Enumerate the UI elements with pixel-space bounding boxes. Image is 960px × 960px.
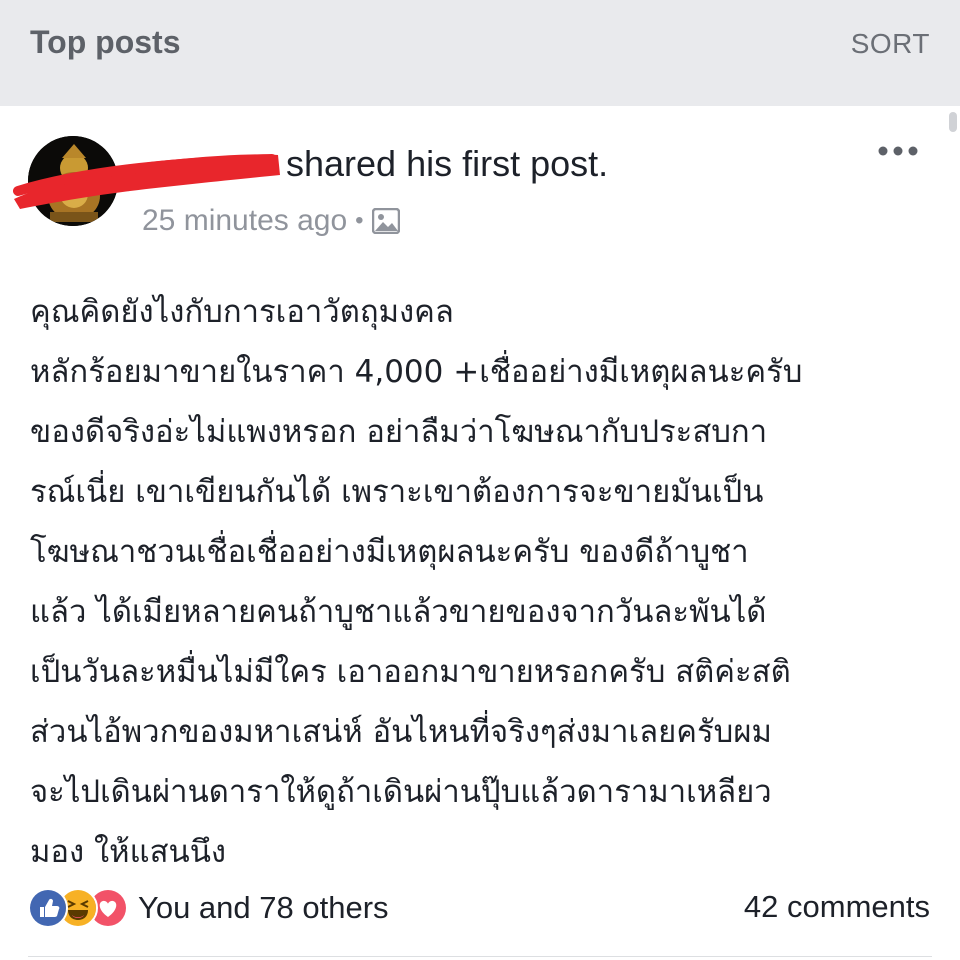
post-text-line: รณ์เนี่ย เขาเขียนกันได้ เพราะเขาต้องการจ… — [30, 474, 764, 510]
post-timestamp[interactable]: 25 minutes ago — [142, 204, 347, 238]
post-text-line: โฆษณาชวนเชื่อเชื่ออย่างมีเหตุผลนะครับ ขอ… — [30, 534, 749, 570]
more-options-icon[interactable] — [876, 136, 920, 166]
photo-icon — [371, 207, 400, 235]
post-text-line: เป็นวันละหมื่นไม่มีใคร เอาออกมาขายหรอกคร… — [30, 654, 791, 690]
divider — [28, 956, 932, 957]
scrollbar[interactable] — [949, 112, 957, 132]
reactions-summary[interactable]: You and 78 others — [28, 888, 389, 928]
header-title: Top posts — [30, 24, 181, 60]
post-text-line: คุณคิดยังไงกับการเอาวัตถุมงคล — [30, 294, 454, 330]
post-body: คุณคิดยังไงกับการเอาวัตถุมงคล หลักร้อยมา… — [30, 282, 940, 882]
post-meta: 25 minutes ago • — [142, 200, 400, 242]
reaction-summary-text[interactable]: You and 78 others — [138, 890, 389, 926]
comments-count[interactable]: 42 comments — [744, 889, 930, 925]
post-text-line: จะไปเดินผ่านดาราให้ดูถ้าเดินผ่านปุ๊บแล้ว… — [30, 774, 772, 810]
top-posts-header: Top posts SORT — [0, 0, 960, 106]
post-text-line: ส่วนไอ้พวกของมหาเสน่ห์ อันไหนที่จริงๆส่ง… — [30, 714, 772, 750]
post-text-line: ของดีจริงอ่ะไม่แพงหรอก อย่าลืมว่าโฆษณากั… — [30, 414, 768, 450]
meta-separator: • — [355, 207, 364, 234]
post-text-line: แล้ว ได้เมียหลายคนถ้าบูชาแล้วขายของจากวั… — [30, 594, 767, 630]
post-screen: Top posts SORT shared his first post. 25… — [0, 0, 960, 960]
post-text-line: มอง ให้แสนนึง — [30, 834, 227, 870]
sort-button[interactable]: SORT — [851, 28, 930, 60]
post-text-line: หลักร้อยมาขายในราคา 4,000 +เชื่ออย่างมีเ… — [30, 354, 803, 390]
post-author-action: shared his first post. — [286, 143, 609, 184]
like-icon — [28, 888, 68, 928]
